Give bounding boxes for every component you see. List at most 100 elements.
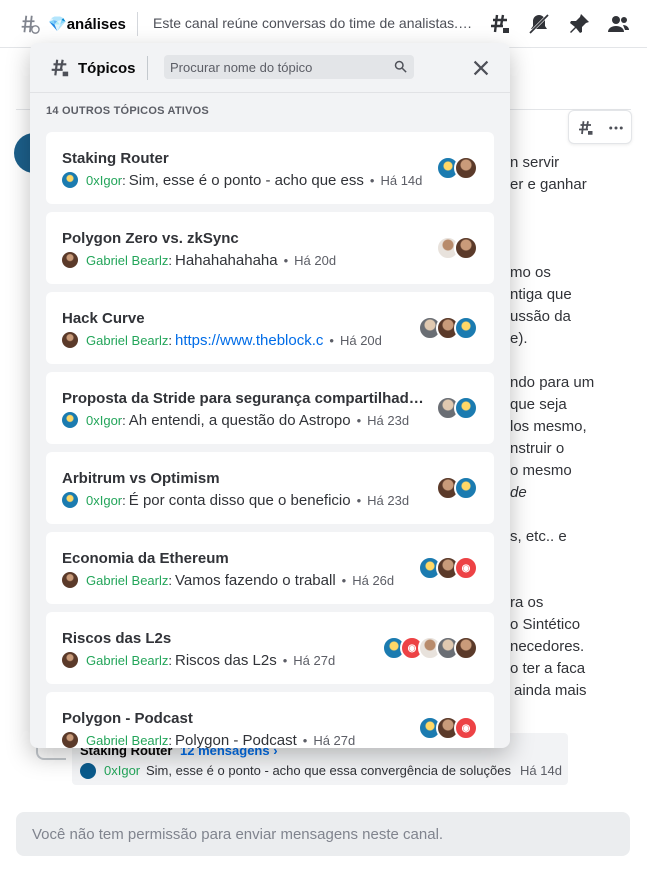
message-composer: Você não tem permissão para enviar mensa… — [16, 812, 630, 856]
thread-last-message: Gabriel Bearlz: Hahahahahaha • Há 20d — [62, 250, 336, 270]
message-text-fragment: s, etc.. e — [510, 528, 567, 545]
thread-last-message: 0xIgor: Ah entendi, a questão do Astropo… — [62, 410, 409, 430]
thread-last-message: Gabriel Bearlz: Riscos das L2s • Há 27d — [62, 650, 335, 670]
thread-card[interactable]: Polygon Zero vs. zkSync Gabriel Bearlz: … — [46, 212, 494, 284]
message-text-fragment: ndo para um — [510, 374, 595, 391]
thread-name: Polygon - Podcast — [62, 710, 193, 727]
thread-preview-time: Há 14d — [520, 763, 562, 778]
colon: : — [122, 412, 126, 428]
thread-time: Há 20d — [339, 332, 382, 348]
message-text-fragment: o ter a faca — [510, 660, 586, 677]
discord-icon: ◉ — [454, 716, 478, 740]
threads-icon — [51, 59, 69, 77]
thread-last-message: Gabriel Bearlz: Polygon - Podcast • Há 2… — [62, 730, 355, 748]
thread-time: Há 23d — [367, 492, 410, 508]
message-text-fragment: necedores. — [510, 638, 585, 655]
thread-card[interactable]: Staking Router 0xIgor: Sim, esse é o pon… — [46, 132, 494, 204]
thread-preview-text: Ah entendi, a questão do Astropo — [128, 411, 351, 429]
colon: : — [122, 492, 126, 508]
thread-channel-icon — [21, 15, 40, 34]
thread-last-message: 0xIgor: Sim, esse é o ponto - acho que e… — [62, 170, 422, 190]
channel-topic[interactable]: Este canal reúne conversas do time de an… — [153, 15, 475, 31]
thread-author: Gabriel Bearlz — [86, 572, 169, 588]
participant-avatars: ◉ — [418, 556, 478, 580]
thread-time: Há 27d — [293, 652, 336, 668]
more-icon[interactable] — [607, 119, 625, 137]
thread-name: Staking Router — [62, 150, 169, 167]
search-placeholder: Procurar nome do tópico — [170, 60, 313, 75]
thread-last-message: 0xIgor: É por conta disso que o benefici… — [62, 490, 409, 510]
thread-preview-author: 0xIgor — [104, 763, 141, 778]
thread-preview-text: Sim, esse é o ponto - acho que ess — [128, 171, 364, 189]
message-text-fragment: er e ganhar — [510, 176, 587, 193]
thread-card[interactable]: Economia da Ethereum Gabriel Bearlz: Vam… — [46, 532, 494, 604]
participant-avatars — [436, 156, 478, 180]
thread-time: Há 20d — [294, 252, 337, 268]
section-label: 14 OUTROS TÓPICOS ATIVOS — [46, 105, 209, 117]
participant-avatars: ◉ — [418, 716, 478, 740]
message-text-fragment: o mesmo — [510, 462, 572, 479]
close-icon[interactable] — [470, 57, 492, 79]
separator-dot: • — [356, 412, 362, 428]
thread-author: Gabriel Bearlz — [86, 332, 169, 348]
members-icon[interactable] — [606, 12, 630, 36]
separator-dot: • — [341, 572, 347, 588]
avatar — [454, 156, 478, 180]
participant-avatars: ◉ — [382, 636, 478, 660]
thread-card[interactable]: Hack Curve Gabriel Bearlz: https://www.t… — [46, 292, 494, 364]
thread-last-message: Gabriel Bearlz: Vamos fazendo o traball … — [62, 570, 394, 590]
message-text-fragment: nstruir o — [510, 440, 565, 457]
thread-preview-link[interactable]: https://www.theblock.c — [175, 332, 323, 349]
channel-name: 💎análises — [48, 15, 126, 33]
avatar — [62, 172, 78, 188]
search-icon — [394, 60, 407, 73]
thread-card[interactable]: Arbitrum vs Optimism 0xIgor: É por conta… — [46, 452, 494, 524]
message-text-fragment: n servir — [510, 154, 560, 171]
colon: : — [168, 572, 172, 588]
thread-preview-text: É por conta disso que o beneficio — [128, 491, 351, 509]
participant-avatars — [436, 396, 478, 420]
avatar — [80, 763, 96, 779]
separator-dot: • — [369, 172, 375, 188]
message-text-fragment: ussão da — [510, 308, 571, 325]
threads-popup-header: Tópicos Procurar nome do tópico — [30, 43, 510, 93]
pin-icon[interactable] — [567, 12, 591, 36]
thread-time: Há 26d — [352, 572, 395, 588]
avatar — [62, 652, 78, 668]
avatar — [62, 572, 78, 588]
separator-dot: • — [356, 492, 362, 508]
avatar — [62, 492, 78, 508]
thread-preview-text: Hahahahahaha — [175, 251, 278, 269]
mute-notifications-icon[interactable] — [527, 12, 551, 36]
thread-time: Há 23d — [367, 412, 410, 428]
thread-author: Gabriel Bearlz — [86, 732, 169, 748]
message-text-fragment: ra os — [510, 594, 544, 611]
header-divider — [137, 12, 138, 36]
channel-header: 💎análises Este canal reúne conversas do … — [0, 0, 647, 48]
create-thread-icon[interactable] — [576, 119, 594, 137]
thread-search-input[interactable]: Procurar nome do tópico — [164, 55, 414, 79]
message-text-fragment: o Sintético — [510, 616, 581, 633]
avatar — [62, 412, 78, 428]
message-hover-toolbar — [568, 110, 632, 144]
discord-icon: ◉ — [454, 556, 478, 580]
thread-time: Há 14d — [380, 172, 423, 188]
message-text-fragment: e). — [510, 330, 528, 347]
thread-author: 0xIgor — [86, 412, 123, 428]
separator-dot: • — [283, 252, 289, 268]
colon: : — [168, 732, 172, 748]
thread-name: Riscos das L2s — [62, 630, 172, 647]
message-text-fragment: que seja — [510, 396, 567, 413]
message-text-fragment: mo os — [510, 264, 551, 281]
avatar — [454, 396, 478, 420]
avatar — [454, 236, 478, 260]
threads-icon[interactable] — [487, 12, 511, 36]
thread-card[interactable]: Proposta da Stride para segurança compar… — [46, 372, 494, 444]
thread-card[interactable]: Riscos das L2s Gabriel Bearlz: Riscos da… — [46, 612, 494, 684]
thread-card[interactable]: Polygon - Podcast Gabriel Bearlz: Polygo… — [46, 692, 494, 748]
thread-preview-text: Polygon - Podcast — [175, 731, 297, 749]
thread-author: 0xIgor — [86, 172, 123, 188]
participant-avatars — [436, 476, 478, 500]
thread-author: Gabriel Bearlz — [86, 252, 169, 268]
separator-dot: • — [302, 732, 308, 748]
